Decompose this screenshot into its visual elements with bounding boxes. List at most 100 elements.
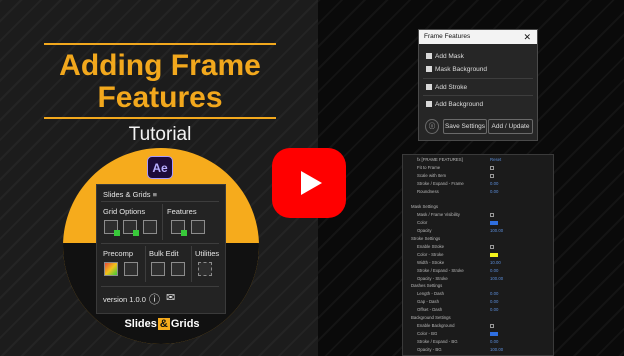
effect-row[interactable]: Opacity 100.00 bbox=[403, 228, 553, 234]
checkbox-icon[interactable] bbox=[426, 53, 432, 59]
effect-row[interactable]: Roundness 0.00 bbox=[403, 189, 553, 195]
effect-row-label: Dashes Settings bbox=[411, 283, 443, 289]
utilities-icon[interactable] bbox=[198, 262, 212, 276]
effect-row[interactable]: Opacity - BG 100.00 bbox=[403, 347, 553, 353]
effect-row[interactable]: Length - Dash 0.00 bbox=[403, 291, 553, 297]
gear-icon[interactable] bbox=[124, 262, 138, 276]
effect-row[interactable]: Stroke / Expand - Frame 0.00 bbox=[403, 181, 553, 187]
checkbox-icon[interactable] bbox=[490, 213, 494, 218]
page-title-line-2: Features bbox=[97, 81, 223, 114]
effect-row[interactable]: Enable Background bbox=[403, 323, 553, 329]
grid-icon[interactable] bbox=[104, 220, 120, 236]
checkbox-icon[interactable] bbox=[426, 66, 432, 72]
effect-row[interactable]: Stroke / Expand - Stroke 0.00 bbox=[403, 268, 553, 274]
effect-row-label: Fit to Frame bbox=[417, 164, 441, 170]
checkbox-icon[interactable] bbox=[426, 101, 432, 107]
dialog-titlebar: Frame Features ✕ bbox=[419, 30, 537, 44]
effect-row-value[interactable]: 10.00 bbox=[490, 260, 501, 266]
add-background-checkbox[interactable]: Add Background bbox=[426, 101, 483, 108]
effect-row[interactable]: Offset - Dash 0.00 bbox=[403, 307, 553, 313]
slides-grids-panel: Slides & Grids ≡ Grid Options Features P… bbox=[96, 184, 226, 314]
mail-icon[interactable]: ✉ bbox=[166, 291, 175, 304]
effect-row-value[interactable]: 0.00 bbox=[490, 299, 498, 305]
info-icon[interactable]: ⓘ bbox=[149, 291, 160, 307]
subtitle: Tutorial bbox=[128, 124, 192, 145]
effect-row-value[interactable]: 100.00 bbox=[490, 347, 503, 353]
precomp-label: Precomp bbox=[103, 249, 134, 258]
effect-row[interactable]: Width - Stroke 10.00 bbox=[403, 260, 553, 266]
bulk-edit-label: Bulk Edit bbox=[149, 249, 179, 258]
dialog-title: Frame Features bbox=[424, 33, 471, 40]
slides-grids-logo: Slides & Grids bbox=[124, 318, 200, 330]
effect-row[interactable]: Scale with Item bbox=[403, 173, 553, 179]
panel-header[interactable]: Slides & Grids ≡ bbox=[103, 190, 157, 199]
effect-row-label: Opacity bbox=[417, 228, 432, 234]
effect-row-value[interactable]: 0.00 bbox=[490, 291, 498, 297]
effect-row-label: Background Settings bbox=[411, 315, 451, 320]
effect-row-label: Mask / Frame Visibility bbox=[417, 212, 460, 218]
frame-features-icon[interactable] bbox=[171, 220, 187, 236]
effect-row[interactable]: Color - BG bbox=[403, 331, 553, 337]
add-update-button[interactable]: Add / Update bbox=[488, 119, 533, 134]
effect-row[interactable]: Fit to Frame bbox=[403, 165, 553, 171]
checkbox-icon[interactable] bbox=[490, 323, 494, 328]
features-label: Features bbox=[167, 207, 197, 216]
version-label: version 1.0.0 bbox=[103, 295, 146, 304]
info-icon[interactable]: ⓘ bbox=[425, 119, 439, 134]
gear-icon[interactable] bbox=[191, 220, 205, 234]
effect-row[interactable]: Color - Stroke bbox=[403, 252, 553, 258]
effect-row-value[interactable]: 100.00 bbox=[490, 228, 503, 234]
save-settings-button[interactable]: Save Settings bbox=[443, 119, 487, 134]
gear-icon[interactable] bbox=[143, 220, 157, 234]
effect-row[interactable]: Opacity - Stroke 100.00 bbox=[403, 276, 553, 282]
grid-add-icon[interactable] bbox=[123, 220, 139, 236]
checkbox-icon[interactable] bbox=[490, 165, 494, 170]
effect-row-value[interactable]: 0.00 bbox=[490, 181, 498, 187]
add-stroke-checkbox[interactable]: Add Stroke bbox=[426, 84, 467, 91]
effect-row-value[interactable]: 100.00 bbox=[490, 276, 503, 282]
effect-row-value[interactable]: Reset bbox=[490, 157, 501, 163]
effect-row-value[interactable]: 0.00 bbox=[490, 189, 498, 195]
utilities-label: Utilities bbox=[195, 249, 220, 258]
effect-row-label: Enable Stroke bbox=[417, 243, 444, 249]
title-rule-top bbox=[44, 43, 276, 45]
youtube-play-icon[interactable] bbox=[272, 148, 346, 218]
effect-row[interactable]: Stroke / Expand - BG 0.00 bbox=[403, 339, 553, 345]
close-icon[interactable]: ✕ bbox=[523, 32, 531, 43]
grid-options-label: Grid Options bbox=[103, 207, 146, 216]
precomp-icon[interactable] bbox=[104, 262, 118, 276]
effect-row-label: Color bbox=[417, 220, 428, 226]
color-swatch[interactable] bbox=[490, 252, 498, 257]
checkbox-icon[interactable] bbox=[490, 244, 494, 249]
add-mask-checkbox[interactable]: Add Mask bbox=[426, 53, 464, 60]
effect-row-label: fx [FRAME FEATURES] bbox=[417, 157, 463, 162]
color-swatch[interactable] bbox=[490, 221, 498, 226]
checkbox-icon[interactable] bbox=[426, 84, 432, 90]
color-swatch[interactable] bbox=[490, 331, 498, 336]
effect-row-label: Offset - Dash bbox=[417, 307, 443, 313]
frame-features-dialog: Frame Features ✕ Add Mask Mask Backgroun… bbox=[418, 29, 538, 141]
effect-row[interactable]: Gap - Dash 0.00 bbox=[403, 299, 553, 305]
effect-row: Mask Settings bbox=[403, 204, 553, 210]
effect-row-label: Color - Stroke bbox=[417, 251, 444, 257]
effect-row[interactable]: fx [FRAME FEATURES] Reset bbox=[403, 157, 553, 163]
effect-row-label: Opacity - Stroke bbox=[417, 275, 448, 281]
after-effects-icon: Ae bbox=[147, 156, 173, 179]
effect-row-label: Stroke Settings bbox=[411, 236, 441, 241]
effect-row-label: Enable Background bbox=[417, 322, 455, 328]
effect-row[interactable]: Enable Stroke bbox=[403, 244, 553, 250]
effect-row-label: Stroke / Expand - BG bbox=[417, 338, 458, 344]
effect-row-label: Opacity - BG bbox=[417, 346, 442, 352]
image-icon[interactable] bbox=[151, 262, 165, 276]
effect-row[interactable]: Mask / Frame Visibility bbox=[403, 212, 553, 218]
effect-row-value[interactable]: 0.00 bbox=[490, 307, 498, 313]
effect-row-value[interactable]: 0.00 bbox=[490, 339, 498, 345]
page-title-line-1: Adding Frame bbox=[59, 49, 261, 82]
effect-row-label: Width - Stroke bbox=[417, 259, 445, 265]
gear-icon[interactable] bbox=[171, 262, 185, 276]
mask-background-checkbox[interactable]: Mask Background bbox=[426, 66, 487, 73]
checkbox-icon[interactable] bbox=[490, 173, 494, 178]
effect-row[interactable]: Color bbox=[403, 220, 553, 226]
effect-row-label: Roundness bbox=[417, 188, 439, 194]
effect-row-value[interactable]: 0.00 bbox=[490, 268, 498, 274]
